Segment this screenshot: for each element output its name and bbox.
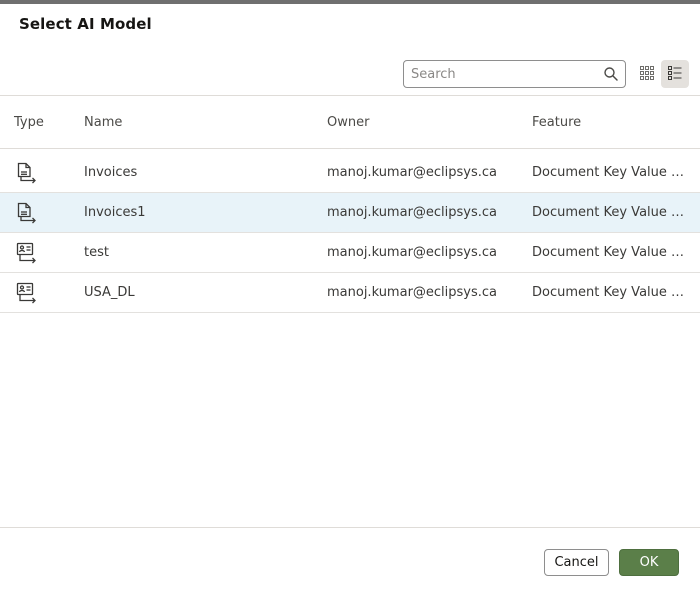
dialog-title: Select AI Model [19, 15, 152, 33]
table-row[interactable]: test manoj.kumar@eclipsys.ca Document Ke… [0, 233, 700, 273]
search-icon[interactable] [603, 66, 619, 82]
row-owner: manoj.kumar@eclipsys.ca [327, 245, 498, 260]
table-row[interactable]: USA_DL manoj.kumar@eclipsys.ca Document … [0, 273, 700, 313]
row-owner: manoj.kumar@eclipsys.ca [327, 205, 498, 220]
list-view-button[interactable] [661, 60, 689, 88]
id-card-export-icon [16, 282, 38, 304]
search-box[interactable] [403, 60, 626, 88]
row-name: Invoices1 [84, 205, 146, 220]
table-header: Type Name Owner Feature [0, 96, 700, 149]
grid-view-button[interactable] [633, 60, 661, 88]
grid-view-icon [640, 65, 654, 84]
row-feature: Document Key Value Extraction [532, 285, 687, 300]
row-name: test [84, 245, 109, 260]
column-header-feature[interactable]: Feature [532, 115, 581, 130]
column-header-type[interactable]: Type [14, 115, 44, 130]
row-feature: Document Key Value Extraction [532, 165, 687, 180]
row-feature: Document Key Value Extraction [532, 245, 687, 260]
row-name: Invoices [84, 165, 138, 180]
document-export-icon [16, 202, 38, 224]
cancel-button[interactable]: Cancel [544, 549, 609, 576]
row-owner: manoj.kumar@eclipsys.ca [327, 285, 498, 300]
ok-button[interactable]: OK [619, 549, 679, 576]
row-owner: manoj.kumar@eclipsys.ca [327, 165, 498, 180]
column-header-owner[interactable]: Owner [327, 115, 369, 130]
row-name: USA_DL [84, 285, 135, 300]
table-row-selected[interactable]: Invoices1 manoj.kumar@eclipsys.ca Docume… [0, 193, 700, 233]
row-feature: Document Key Value Extraction [532, 205, 687, 220]
table-row[interactable]: Invoices manoj.kumar@eclipsys.ca Documen… [0, 153, 700, 193]
footer-divider [0, 527, 700, 528]
search-input[interactable] [411, 61, 596, 87]
document-export-icon [16, 162, 38, 184]
id-card-export-icon [16, 242, 38, 264]
column-header-name[interactable]: Name [84, 115, 122, 130]
list-view-icon [668, 65, 682, 84]
